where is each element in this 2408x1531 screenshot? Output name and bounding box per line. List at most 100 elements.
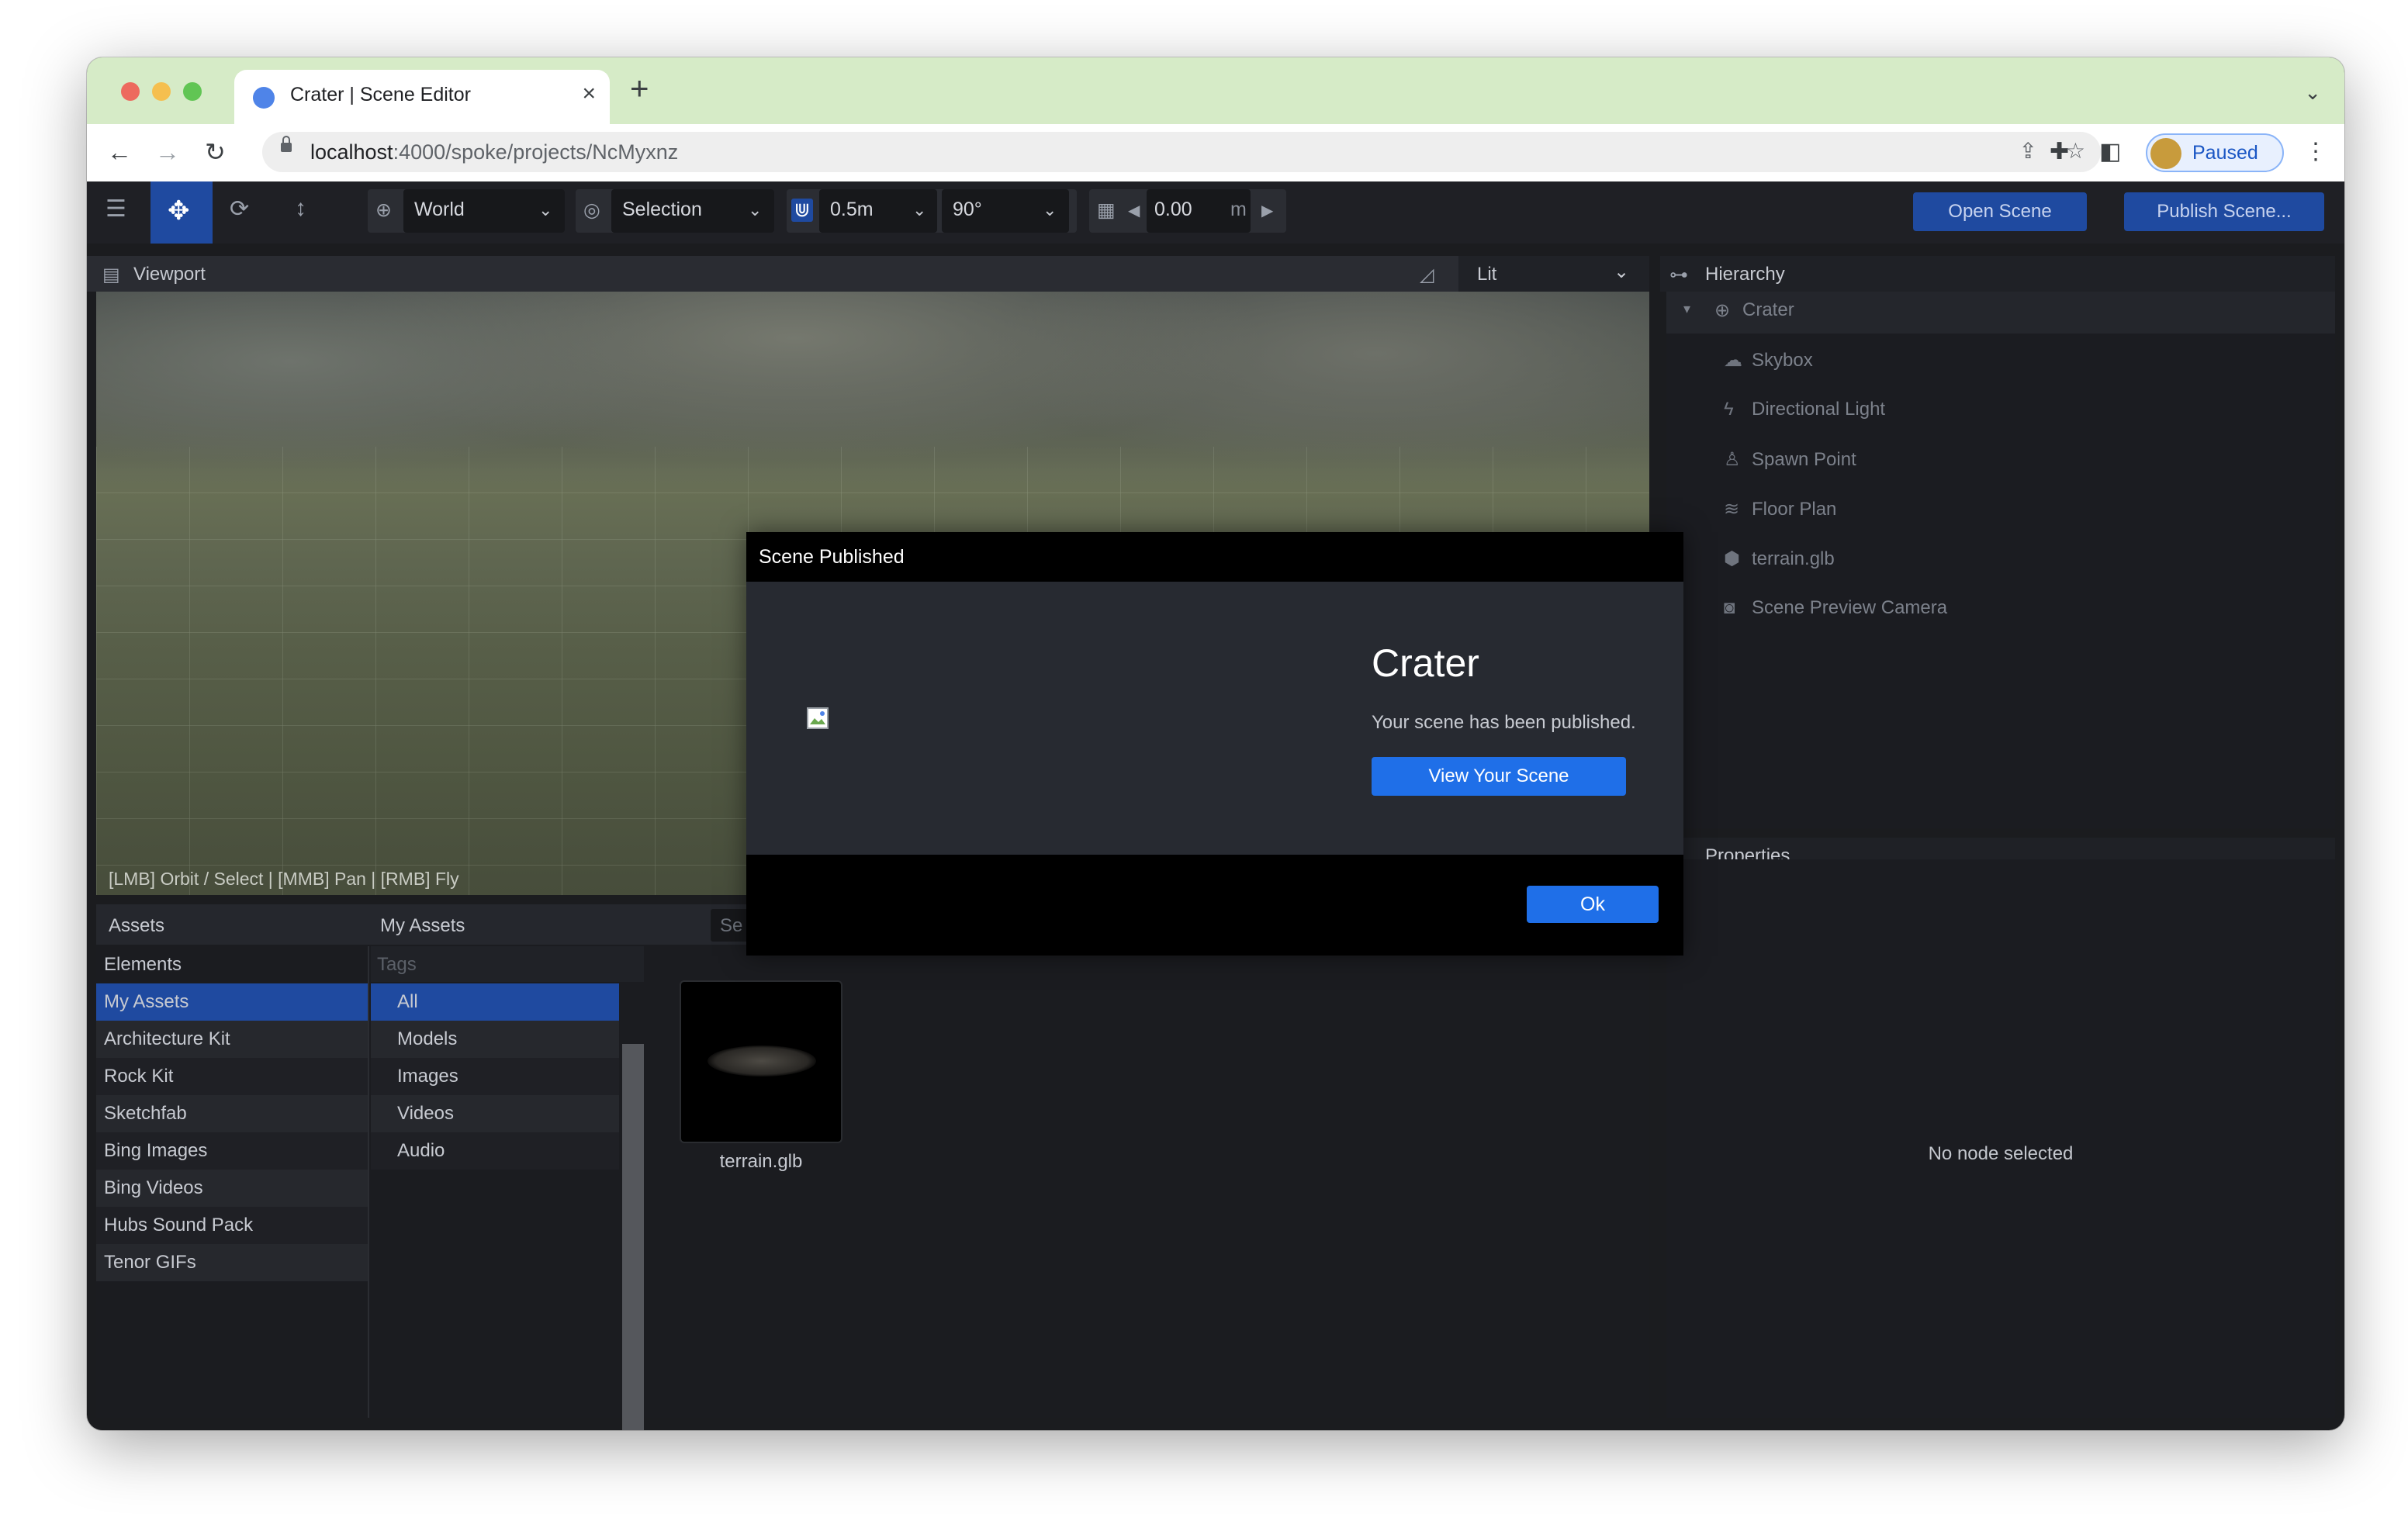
asset-source-sketchfab[interactable]: Sketchfab [96,1095,368,1132]
close-tab-icon[interactable]: × [582,81,596,107]
viewport-title: Viewport [133,264,206,285]
favicon-icon [253,87,275,109]
asset-search-placeholder: Se [720,915,743,936]
translate-tool-button[interactable]: ✥ [150,181,213,244]
pivot-value: Selection [622,199,702,220]
tab-strip: Crater | Scene Editor × + ⌄ [87,57,2344,126]
cube-icon: ⬢ [1724,548,1740,569]
asset-source-bing-videos[interactable]: Bing Videos [96,1170,368,1207]
asset-source-architecture-kit[interactable]: Architecture Kit [96,1021,368,1058]
open-scene-button[interactable]: Open Scene [1913,192,2087,231]
shoe-prints-icon: ≋ [1724,499,1740,520]
render-mode-select[interactable]: Lit ⌄ [1458,256,1649,292]
tags-placeholder: Tags [377,954,417,975]
snap-group: ⋓ 0.5m ⌄ 90° ⌄ [787,189,1077,233]
magnet-icon[interactable]: ⋓ [791,199,813,222]
hierarchy-item-preview-camera[interactable]: ◙ Scene Preview Camera [1724,597,1947,619]
asset-thumbnail[interactable] [680,980,842,1143]
ok-button[interactable]: Ok [1527,886,1659,923]
chevron-down-icon: ⌄ [748,200,763,219]
hierarchy-item-skybox[interactable]: ☁ Skybox [1724,349,1813,372]
terrain-preview [708,1045,816,1077]
browser-tab[interactable]: Crater | Scene Editor × [234,70,610,126]
tag-models[interactable]: Models [371,1021,619,1058]
extensions-icon[interactable]: ✚ [2050,138,2069,165]
space-value: World [414,199,465,220]
hierarchy-item-label: Skybox [1752,350,1813,371]
grid-increase-icon[interactable]: ▶ [1261,201,1273,220]
hierarchy-title: Hierarchy [1705,264,1785,285]
space-select[interactable]: World ⌄ [403,189,565,233]
snap-translate-select[interactable]: 0.5m ⌄ [819,189,937,233]
asset-source-hubs-sound-pack[interactable]: Hubs Sound Pack [96,1207,368,1244]
hierarchy-item-spawn-point[interactable]: ♙ Spawn Point [1724,448,1856,471]
tag-audio[interactable]: Audio [371,1132,619,1170]
browser-menu-icon[interactable]: ⋮ [2304,138,2327,165]
hierarchy-panel: ▾ ⊕ Crater ☁ Skybox ϟ Directional Light ♙ S… [1666,292,2335,828]
hierarchy-item-directional-light[interactable]: ϟ Directional Light [1724,399,1885,420]
bolt-icon: ϟ [1724,399,1734,420]
publish-dialog: Scene Published Crater Your scene has be… [746,532,1683,956]
profile-button[interactable]: Paused [2146,133,2284,172]
asset-source-my-assets[interactable]: My Assets [96,983,368,1021]
tags-scrollbar[interactable] [622,1044,644,1430]
asset-source-tenor-gifs[interactable]: Tenor GIFs [96,1244,368,1281]
globe-icon: ⊕ [375,199,392,221]
hierarchy-root-row[interactable]: ▾ ⊕ Crater [1666,292,2335,334]
dialog-header: Scene Published [746,532,1683,582]
zoom-window-button[interactable] [183,82,202,101]
camera-icon: ◙ [1724,597,1735,618]
tag-all[interactable]: All [371,983,619,1021]
scene-globe-icon: ⊕ [1714,300,1731,321]
pivot-select[interactable]: Selection ⌄ [611,189,774,233]
properties-panel: No node selected [1666,859,2335,1418]
tab-search-chevron-icon[interactable]: ⌄ [2304,81,2321,105]
asset-source-elements[interactable]: Elements [96,946,368,983]
forward-icon[interactable]: → [155,138,180,166]
back-icon[interactable]: ← [107,138,132,166]
minimize-window-button[interactable] [152,82,171,101]
url-field[interactable]: localhost:4000/spoke/projects/NcMyxnz ⇪ … [262,132,2101,172]
chevron-down-icon: ⌄ [538,200,553,219]
grid-icon[interactable]: ▦ [1097,199,1116,222]
asset-source-rock-kit[interactable]: Rock Kit [96,1058,368,1095]
viewport-header: ▤ Viewport ◿ Lit ⌄ [87,256,1649,292]
hierarchy-item-label: Scene Preview Camera [1752,597,1948,618]
scale-tool-icon[interactable]: ↕ [295,195,306,222]
pivot-icon: ◎ [583,199,600,221]
reload-icon[interactable]: ↻ [205,138,226,166]
grid-decrease-icon[interactable]: ◀ [1128,201,1140,220]
viewport-controls-hint: [LMB] Orbit / Select | [MMB] Pan | [RMB]… [109,869,459,889]
collapse-caret-icon[interactable]: ▾ [1683,301,1690,317]
hierarchy-item-terrain[interactable]: ⬢ terrain.glb [1724,548,1835,570]
pivot-group: ◎ Selection ⌄ [576,189,774,233]
dialog-title: Scene Published [759,546,905,568]
chevron-down-icon: ⌄ [1614,261,1630,282]
tag-videos[interactable]: Videos [371,1095,619,1132]
share-icon[interactable]: ⇪ [2019,138,2037,164]
render-mode-value: Lit [1477,264,1497,285]
editor-toolbar: ☰ ✥ ⟳ ↕ ⊕ World ⌄ ◎ Selection ⌄ ⋓ 0.5m ⌄ [87,181,2344,244]
new-tab-icon[interactable]: + [630,70,649,107]
url-host: localhost [310,140,393,164]
stats-icon[interactable]: ◿ [1420,264,1434,286]
menu-icon[interactable]: ☰ [106,195,126,223]
asset-filename: terrain.glb [719,1151,803,1172]
hierarchy-item-label: Spawn Point [1752,449,1856,470]
close-window-button[interactable] [121,82,140,101]
grid-height-input[interactable]: 0.00 m [1147,189,1251,233]
asset-source-bing-images[interactable]: Bing Images [96,1132,368,1170]
side-panel-icon[interactable]: ◧ [2099,138,2121,165]
tag-images[interactable]: Images [371,1058,619,1095]
view-scene-button[interactable]: View Your Scene [1372,757,1626,796]
hierarchy-item-label: Floor Plan [1752,499,1837,520]
hierarchy-root-label: Crater [1742,299,1794,320]
rotate-tool-icon[interactable]: ⟳ [230,195,249,223]
assets-title: Assets [109,915,165,936]
address-bar: ← → ↻ localhost:4000/spoke/projects/NcMy… [87,124,2344,182]
snap-rotate-select[interactable]: 90° ⌄ [942,189,1069,233]
tags-input[interactable]: Tags [371,946,644,982]
hierarchy-item-floor-plan[interactable]: ≋ Floor Plan [1724,498,1836,520]
publish-scene-button[interactable]: Publish Scene... [2124,192,2324,231]
no-node-message: No node selected [1928,1143,2074,1164]
